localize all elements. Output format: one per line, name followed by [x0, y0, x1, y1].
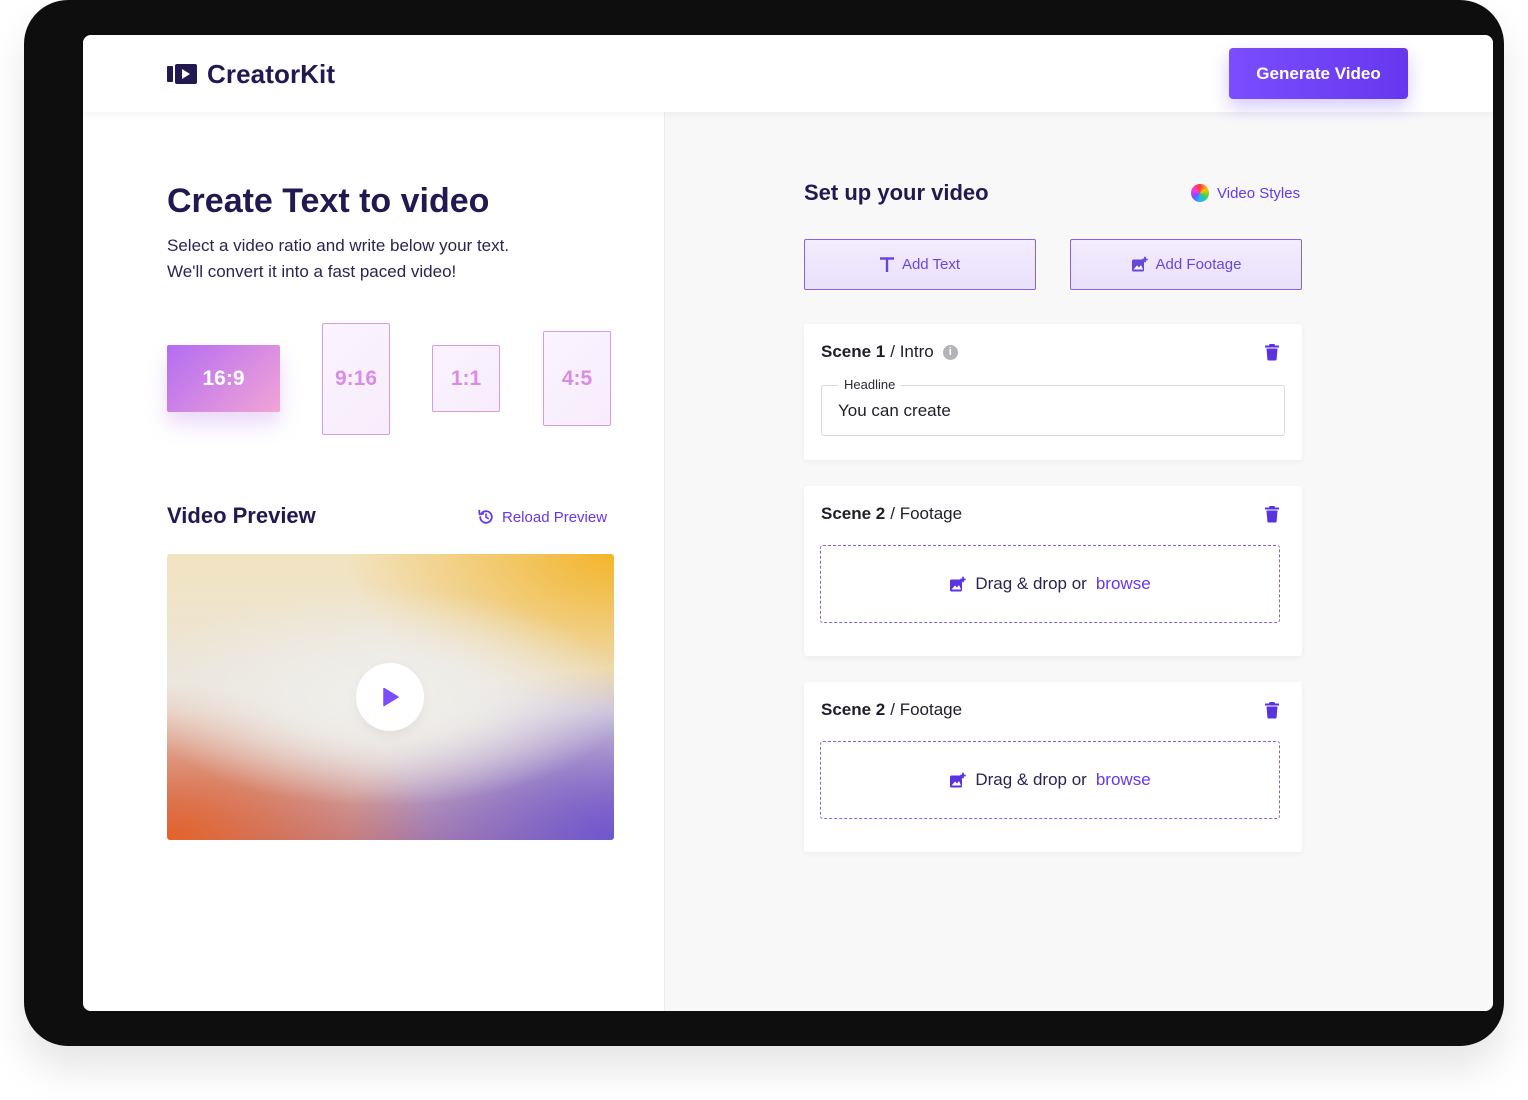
scene-type: / Footage: [890, 504, 963, 523]
subtitle-line-1: Select a video ratio and write below you…: [167, 236, 510, 255]
add-text-label: Add Text: [901, 256, 961, 273]
add-image-icon: [950, 576, 967, 591]
ratio-option-16-9[interactable]: 16:9: [167, 345, 280, 412]
generate-video-button[interactable]: Generate Video: [1229, 48, 1408, 99]
headline-label: Headline: [838, 377, 902, 392]
app-name: CreatorKit: [207, 58, 336, 89]
scene-number: Scene 2: [821, 700, 886, 719]
play-button[interactable]: [356, 663, 424, 731]
scene-title: Scene 2 / Footage: [821, 504, 962, 524]
scene-type: / Footage: [890, 700, 963, 719]
scene-card-3: Scene 2 / Footage Drag & drop or browse: [804, 682, 1302, 852]
reload-preview-link[interactable]: Reload Preview: [477, 508, 607, 526]
top-header: CreatorKit Generate Video: [83, 35, 1493, 112]
add-footage-button[interactable]: Add Footage: [1070, 239, 1302, 290]
page-title: Create Text to video: [167, 182, 490, 220]
page-subtitle: Select a video ratio and write below you…: [167, 233, 587, 285]
video-styles-link[interactable]: Video Styles: [1191, 184, 1300, 202]
subtitle-line-2: We'll convert it into a fast paced video…: [167, 262, 457, 281]
info-icon[interactable]: i: [942, 344, 958, 360]
right-panel: Set up your video Video Styles Add Text …: [665, 112, 1493, 1011]
trash-icon[interactable]: [1264, 505, 1280, 523]
add-image-icon: [1131, 256, 1148, 272]
app-screen: CreatorKit Generate Video Create Text to…: [83, 35, 1493, 1011]
video-play-icon: [167, 64, 197, 84]
scene-number: Scene 1: [821, 342, 886, 361]
logo[interactable]: CreatorKit: [167, 59, 335, 89]
browse-link[interactable]: browse: [1096, 574, 1151, 594]
footage-dropzone[interactable]: Drag & drop or browse: [820, 545, 1280, 623]
scene-number: Scene 2: [821, 504, 886, 523]
footage-dropzone[interactable]: Drag & drop or browse: [820, 741, 1280, 819]
device-frame: CreatorKit Generate Video Create Text to…: [24, 0, 1504, 1046]
play-icon: [383, 687, 399, 707]
trash-icon[interactable]: [1264, 701, 1280, 719]
video-preview-title: Video Preview: [167, 503, 316, 528]
browse-link[interactable]: browse: [1096, 770, 1151, 790]
ratio-option-9-16[interactable]: 9:16: [322, 323, 390, 435]
ratio-option-4-5[interactable]: 4:5: [543, 331, 611, 426]
video-preview-player[interactable]: [167, 554, 614, 840]
scene-title: Scene 1 / Intro i: [821, 342, 958, 362]
text-t-icon: [879, 257, 894, 272]
add-footage-label: Add Footage: [1155, 256, 1242, 273]
reload-preview-label: Reload Preview: [502, 508, 608, 526]
add-text-button[interactable]: Add Text: [804, 239, 1036, 290]
setup-title: Set up your video: [804, 180, 989, 205]
dropzone-text: Drag & drop or: [975, 574, 1087, 593]
left-panel: Create Text to video Select a video rati…: [83, 112, 665, 1011]
reload-icon: [477, 508, 495, 526]
ratio-option-1-1[interactable]: 1:1: [432, 345, 500, 412]
trash-icon[interactable]: [1264, 343, 1280, 361]
dropzone-text: Drag & drop or: [975, 770, 1087, 789]
video-styles-label: Video Styles: [1217, 184, 1301, 202]
scene-title: Scene 2 / Footage: [821, 700, 962, 720]
headline-field: Headline: [821, 377, 1285, 436]
scene-card-2: Scene 2 / Footage Drag & drop or browse: [804, 486, 1302, 656]
scene-type: / Intro: [890, 342, 934, 361]
scene-card-1: Scene 1 / Intro i Headline: [804, 324, 1302, 460]
color-wheel-icon: [1191, 184, 1209, 202]
add-image-icon: [950, 772, 967, 787]
headline-input[interactable]: [838, 401, 1268, 421]
